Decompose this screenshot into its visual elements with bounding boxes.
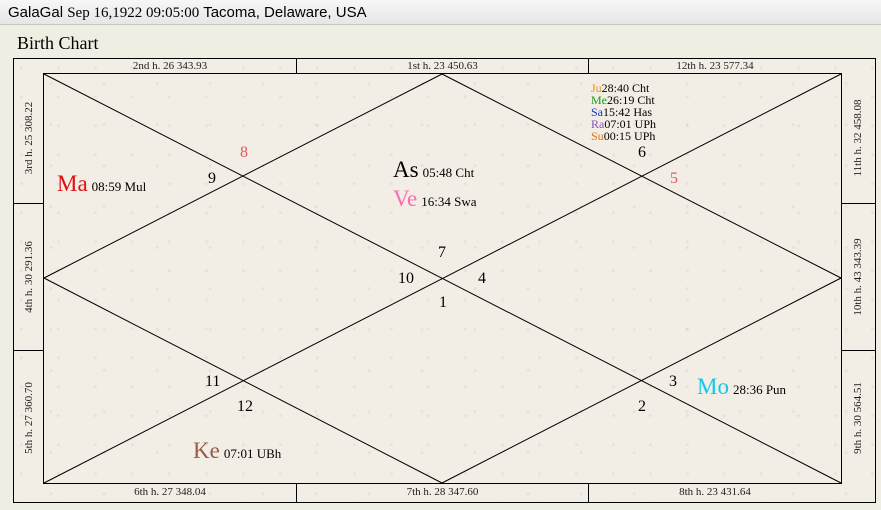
planet-as: As 05:48 Cht bbox=[393, 157, 474, 183]
planet-mo: Mo 28:36 Pun bbox=[697, 374, 786, 400]
house-2-label: 2nd h. 26 343.93 bbox=[132, 60, 208, 72]
sign-number: 12 bbox=[237, 398, 253, 415]
sign-number: 3 bbox=[669, 373, 677, 390]
sign-number: 2 bbox=[638, 398, 646, 415]
planet-ma-degree: 08:59 Mul bbox=[91, 179, 147, 194]
house-5-label: 5th h. 27 360.70 bbox=[23, 382, 35, 454]
planet-su-degree: 00:15 UPh bbox=[603, 129, 656, 143]
planet-ma-name: Ma bbox=[57, 171, 88, 196]
sign-number: 1 bbox=[439, 294, 447, 311]
house-11-label: 11th h. 32 458.08 bbox=[852, 99, 864, 177]
house-12-planet-list: Ju28:40 Cht Me26:19 Cht Sa15:42 Has Ra07… bbox=[591, 82, 656, 142]
sign-number: 10 bbox=[398, 270, 414, 287]
house-3-label: 3rd h. 25 308.22 bbox=[23, 101, 35, 175]
sign-number: 11 bbox=[205, 373, 221, 390]
sign-number: 6 bbox=[638, 144, 646, 161]
sign-number: 8 bbox=[240, 144, 248, 161]
house-9-label: 9th h. 30 564.51 bbox=[852, 382, 864, 454]
planet-ve: Ve 16:34 Swa bbox=[393, 186, 477, 212]
planet-ke-name: Ke bbox=[193, 438, 220, 463]
house-12-label: 12th h. 23 577.34 bbox=[676, 60, 754, 72]
house-1-label: 1st h. 23 450.63 bbox=[407, 60, 478, 72]
planet-ma: Ma 08:59 Mul bbox=[57, 171, 146, 197]
planet-ve-degree: 16:34 Swa bbox=[421, 194, 477, 209]
house-7-label: 7th h. 28 347.60 bbox=[406, 486, 479, 498]
sign-number: 5 bbox=[670, 170, 678, 187]
house-10-label: 10th h. 43 343.39 bbox=[852, 238, 864, 316]
planet-as-degree: 05:48 Cht bbox=[422, 165, 475, 180]
planet-ke-degree: 07:01 UBh bbox=[223, 446, 282, 461]
sign-number: 4 bbox=[478, 270, 486, 287]
planet-ve-name: Ve bbox=[393, 186, 418, 211]
planet-ke: Ke 07:01 UBh bbox=[193, 438, 281, 464]
planet-su-name: Su bbox=[591, 129, 604, 143]
house-6-label: 6th h. 27 348.04 bbox=[134, 486, 206, 498]
planet-as-name: As bbox=[393, 157, 419, 182]
planet-mo-name: Mo bbox=[697, 374, 729, 399]
sign-number: 9 bbox=[208, 170, 216, 187]
planet-mo-degree: 28:36 Pun bbox=[732, 382, 787, 397]
list-item: Su00:15 UPh bbox=[591, 130, 656, 142]
sign-number: 7 bbox=[438, 244, 446, 261]
house-8-label: 8th h. 23 431.64 bbox=[679, 486, 751, 498]
house-4-label: 4th h. 30 291.36 bbox=[23, 241, 35, 313]
